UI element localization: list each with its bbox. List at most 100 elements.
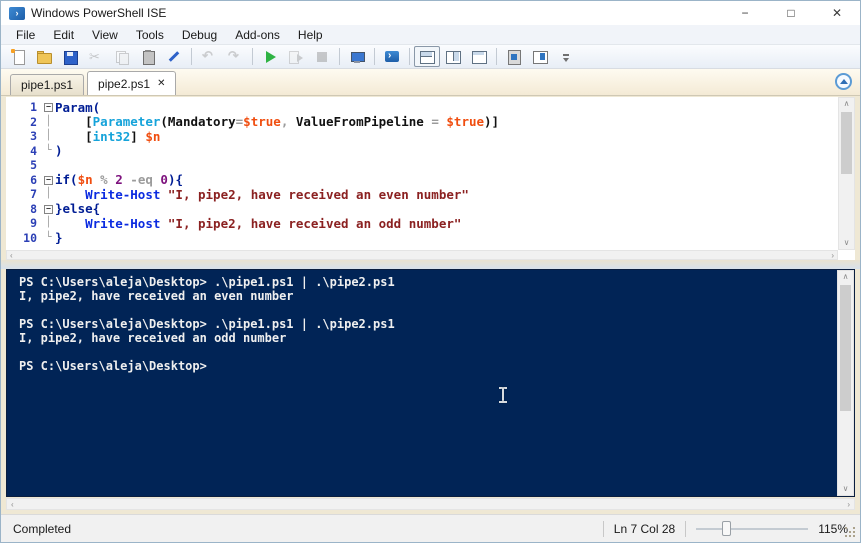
close-button[interactable]: ✕ [814,1,860,25]
toolbar-overflow-button[interactable] [553,46,579,67]
minimize-button[interactable]: − [722,1,768,25]
line-number: 2 [30,114,37,129]
clear-console-pane-icon [166,49,182,65]
save-script-button[interactable] [57,46,83,67]
code-token: ){ [167,172,183,188]
copy-icon [114,49,130,65]
pane-splitter[interactable] [1,260,860,269]
scroll-left-icon[interactable]: ‹ [11,500,14,510]
script-editor-pane[interactable]: 1− Param(2 │ [Parameter(Mandatory = $true, V… [6,97,855,260]
line-number: 7 [30,187,37,202]
console-horizontal-scrollbar[interactable]: ‹ › [6,498,855,510]
status-separator [685,520,687,537]
fold-collapse-icon[interactable]: − [42,175,55,185]
editor-line-10[interactable]: 10 └} [6,230,838,245]
new-script-button[interactable] [5,46,31,67]
code-token: 0 [160,172,168,188]
status-text: Completed [13,521,72,536]
code-token: $n [145,128,161,144]
menu-item-help[interactable]: Help [289,26,332,44]
fold-collapse-icon[interactable]: − [42,102,55,113]
open-script-button[interactable] [31,46,57,67]
menu-item-edit[interactable]: Edit [44,26,83,44]
editor-line-3[interactable]: 3 │ [int32] $n [6,129,838,144]
menu-item-view[interactable]: View [83,26,127,44]
run-script-button[interactable] [257,46,283,67]
code-token: ( [160,114,168,130]
script-pane-maximized-button[interactable] [466,46,492,67]
show-command-addon-button[interactable] [527,46,553,67]
open-script-icon [36,49,52,65]
script-pane-right-button[interactable] [440,46,466,67]
code-token: ) [55,143,63,159]
show-command-addon-icon [532,49,548,65]
code-token: [ [55,114,93,130]
scrollbar-thumb[interactable] [840,285,851,411]
menu-item-add-ons[interactable]: Add-ons [226,26,289,44]
script-pane-top-icon [419,49,435,65]
paste-button[interactable] [135,46,161,67]
toolbar-separator [374,48,375,65]
zoom-slider-track[interactable] [696,528,809,530]
cut-icon [88,49,104,65]
menu-item-debug[interactable]: Debug [173,26,226,44]
scrollbar-thumb[interactable] [841,112,852,174]
tab-pipe1-ps1[interactable]: pipe1.ps1 [10,74,85,95]
zoom-slider[interactable] [696,521,809,536]
resize-grip[interactable] [845,527,857,539]
status-separator [602,520,604,537]
code-token: Parameter [92,114,161,130]
console-pane[interactable]: PS C:\Users\aleja\Desktop> .\pipe1.ps1 |… [6,269,855,497]
tab-label: pipe2.ps1 [98,76,151,91]
close-tab-icon[interactable]: ✕ [157,78,165,89]
window-controls: − □ ✕ [722,1,860,25]
scroll-right-icon[interactable]: › [847,500,850,510]
menu-item-file[interactable]: File [7,26,44,44]
editor-line-5[interactable]: 5 [6,158,838,173]
editor-line-1[interactable]: 1− Param( [6,100,838,115]
editor-line-8[interactable]: 8−}else{ [6,201,838,216]
code-token: -eq [130,172,153,188]
scroll-down-icon[interactable]: ∨ [838,484,853,494]
redo-icon [227,48,243,65]
maximize-button[interactable]: □ [768,1,814,25]
toolbar-overflow-icon [561,49,571,65]
collapse-script-pane-button[interactable] [835,73,852,90]
line-number: 3 [30,129,37,144]
zoom-slider-thumb[interactable] [722,521,732,536]
editor-line-4[interactable]: 4 └) [6,143,838,159]
script-pane-top-button[interactable] [414,46,440,67]
console-output[interactable]: PS C:\Users\aleja\Desktop> .\pipe1.ps1 |… [7,270,837,496]
editor-vertical-scrollbar[interactable]: ∧ ∨ [838,97,855,250]
code-token: % [100,172,108,188]
editor-horizontal-scrollbar[interactable]: ‹ › [6,250,838,260]
clear-console-pane-button[interactable] [161,46,187,67]
fold-collapse-icon[interactable]: − [42,204,55,214]
title-bar: › Windows PowerShell ISE − □ ✕ [1,1,860,25]
redo-button [222,46,248,67]
console-line: I, pipe2, have received an even number [19,289,294,303]
zoom-level: 115% [818,521,848,536]
editor-line-6[interactable]: 6− if($n % 2 -eq 0){ [6,172,838,188]
editor-line-7[interactable]: 7 │ Write-Host "I, pipe2, have received a… [6,187,838,202]
menu-item-tools[interactable]: Tools [127,26,173,44]
code-token: ValueFromPipeline [295,114,424,130]
editor-line-9[interactable]: 9 │ Write-Host "I, pipe2, have received a… [6,216,838,231]
start-powershell-button[interactable] [379,46,405,67]
code-token: ] [130,128,146,144]
console-vertical-scrollbar[interactable]: ∧ ∨ [837,270,854,496]
show-command-window-button[interactable] [501,46,527,67]
new-remote-powershell-tab-button[interactable] [344,46,370,67]
scroll-up-icon[interactable]: ∧ [838,272,853,282]
scroll-down-icon[interactable]: ∨ [839,238,854,248]
code-area[interactable]: 1− Param(2 │ [Parameter(Mandatory = $true, V… [6,97,838,250]
code-token: $true [446,114,485,130]
scroll-up-icon[interactable]: ∧ [839,99,854,109]
editor-line-2[interactable]: 2 │ [Parameter(Mandatory = $true, ValueFrom… [6,114,838,130]
tab-pipe2-ps1[interactable]: pipe2.ps1 ✕ [87,71,177,95]
tab-bar: pipe1.ps1 pipe2.ps1 ✕ [1,69,860,96]
